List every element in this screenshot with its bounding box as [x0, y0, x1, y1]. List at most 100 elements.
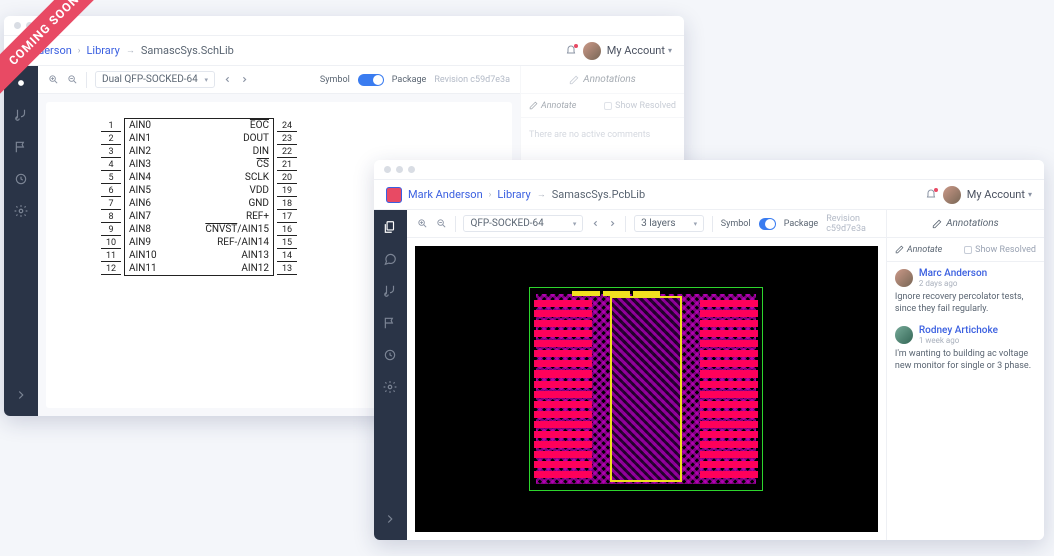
zoom-out-icon[interactable] — [436, 218, 447, 229]
pcb-pad — [534, 391, 592, 398]
prev-button[interactable] — [223, 75, 232, 84]
pin-number: 22 — [277, 147, 297, 158]
symbol-label: Symbol — [320, 75, 350, 85]
traffic-light-close[interactable] — [14, 22, 21, 29]
pin-label: DIN — [253, 145, 269, 158]
pin-number: 13 — [277, 264, 297, 275]
pin-number: 17 — [277, 212, 297, 223]
pin-label: VDD — [250, 184, 270, 197]
pcb-pad — [700, 340, 758, 347]
nav-history-icon[interactable] — [14, 172, 28, 186]
nav-comment-icon[interactable] — [383, 252, 397, 266]
pin-label: AIN6 — [129, 197, 151, 210]
nav-branch-icon[interactable] — [383, 284, 397, 298]
pcb-pad — [534, 340, 592, 347]
layers-dropdown[interactable]: 3 layers▾ — [634, 215, 704, 232]
annotate-button[interactable]: Annotate — [895, 245, 942, 255]
pin-number: 4 — [101, 160, 121, 171]
next-button[interactable] — [240, 75, 249, 84]
next-button[interactable] — [608, 219, 617, 228]
pin-number: 9 — [101, 225, 121, 236]
pin-label: AIN12 — [241, 262, 269, 275]
pcb-pad — [534, 401, 592, 408]
pin-label: AIN11 — [129, 262, 157, 275]
comment[interactable]: Marc Anderson2 days agoIgnore recovery p… — [895, 268, 1036, 315]
nav-settings-icon[interactable] — [14, 204, 28, 218]
account-menu[interactable]: My Account▾ — [607, 44, 672, 57]
zoom-in-icon[interactable] — [417, 218, 428, 229]
symbol-label: Symbol — [721, 219, 751, 229]
pin-number: 3 — [101, 147, 121, 158]
traffic-light-close[interactable] — [384, 166, 391, 173]
pin-label: AIN8 — [129, 223, 151, 236]
avatar — [895, 326, 913, 344]
pcb-pad — [700, 330, 758, 337]
nav-flag-icon[interactable] — [383, 316, 397, 330]
breadcrumb-user[interactable]: Mark Anderson — [408, 188, 483, 201]
chevron-down-icon: ▾ — [1028, 190, 1032, 199]
nav-collapse-icon[interactable] — [14, 388, 28, 402]
pcb-outline — [529, 287, 763, 491]
nav-files-icon[interactable] — [383, 220, 397, 234]
breadcrumb-sep: → — [537, 189, 546, 200]
notifications-button[interactable] — [565, 45, 577, 57]
pin-number: 5 — [101, 173, 121, 184]
nav-home-icon[interactable] — [14, 76, 28, 90]
pin-number: 16 — [277, 225, 297, 236]
pin-number: 24 — [277, 121, 297, 132]
traffic-light-max[interactable] — [408, 166, 415, 173]
breadcrumb-library[interactable]: Library — [87, 44, 120, 57]
revision-label: Revision c59d7e3a — [826, 214, 876, 234]
breadcrumb-sep: → — [126, 45, 135, 56]
window-pcblib: Mark Anderson › Library → SamascSys.PcbL… — [374, 160, 1044, 540]
breadcrumb-sep: › — [489, 190, 492, 200]
pcb-canvas-wrap — [407, 238, 886, 540]
pin-number: 14 — [277, 251, 297, 262]
pencil-icon — [529, 101, 538, 110]
package-label: Package — [392, 75, 427, 85]
symbol-package-toggle[interactable] — [358, 74, 384, 86]
pin-label: AIN1 — [129, 132, 151, 145]
pcb-pad — [534, 310, 592, 317]
pcb-pad — [534, 411, 592, 418]
pcb-pad — [700, 401, 758, 408]
avatar[interactable] — [583, 42, 601, 60]
nav-history-icon[interactable] — [383, 348, 397, 362]
notifications-button[interactable] — [925, 189, 937, 201]
annotate-button[interactable]: Annotate — [529, 101, 576, 111]
pin-number: 1 — [101, 121, 121, 132]
breadcrumb-library[interactable]: Library — [497, 188, 530, 201]
prev-button[interactable] — [591, 219, 600, 228]
pin-number: 21 — [277, 160, 297, 171]
component-dropdown[interactable]: Dual QFP-SOCKED-64▾ — [95, 71, 215, 88]
titlebar — [374, 160, 1044, 180]
package-label: Package — [784, 219, 819, 229]
pcb-pad — [700, 310, 758, 317]
zoom-out-icon[interactable] — [67, 74, 78, 85]
nav-flag-icon[interactable] — [14, 140, 28, 154]
zoom-in-icon[interactable] — [48, 74, 59, 85]
pcb-pad — [700, 381, 758, 388]
symbol-package-toggle[interactable] — [759, 218, 776, 230]
comment[interactable]: Rodney Artichoke1 week agoI'm wanting to… — [895, 325, 1036, 372]
toolbar: QFP-SOCKED-64▾ 3 layers▾ Symbol Package … — [407, 210, 886, 238]
nav-branch-icon[interactable] — [14, 108, 28, 122]
avatar[interactable] — [943, 186, 961, 204]
traffic-light-min[interactable] — [396, 166, 403, 173]
pin-number: 8 — [101, 212, 121, 223]
siderail — [4, 66, 38, 416]
nav-settings-icon[interactable] — [383, 380, 397, 394]
nav-collapse-icon[interactable] — [383, 512, 397, 526]
account-menu[interactable]: My Account▾ — [967, 188, 1032, 201]
schematic-symbol: AIN0EOC124AIN1DOUT223AIN2DIN322AIN3CS421… — [124, 118, 274, 276]
toolbar: Dual QFP-SOCKED-64▾ Symbol Package Revis… — [38, 66, 520, 94]
pcb-canvas[interactable] — [415, 246, 878, 532]
show-resolved-toggle[interactable]: Show Resolved — [964, 245, 1036, 255]
pin-label: AIN4 — [129, 171, 151, 184]
pcb-pad — [534, 381, 592, 388]
show-resolved-toggle[interactable]: Show Resolved — [604, 101, 676, 111]
comment-body: Ignore recovery percolator tests, since … — [895, 291, 1036, 315]
pcb-pad — [700, 461, 758, 468]
component-dropdown[interactable]: QFP-SOCKED-64▾ — [463, 215, 583, 232]
pcb-pad — [534, 441, 592, 448]
